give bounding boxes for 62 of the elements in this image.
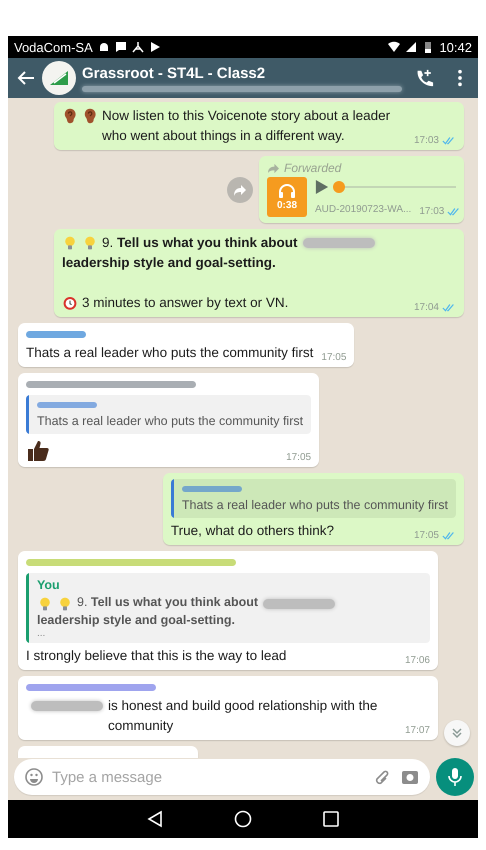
message-text: is honest and build good relationship with the community (108, 697, 378, 735)
microphone-icon[interactable] (448, 767, 462, 787)
microphone-button[interactable] (436, 758, 474, 796)
light-bulb-icon (57, 596, 73, 612)
message-text: 3 minutes to answer by text or VN. (82, 294, 288, 312)
wifi-icon (388, 41, 400, 53)
message-time: 17:05 (321, 351, 346, 365)
emoji-icon[interactable] (24, 767, 44, 787)
message-time: 17:03 (414, 134, 439, 148)
headphones-icon (278, 183, 296, 199)
message-text: True, what do others think? (170, 522, 334, 540)
message-text: 9. Tell us what you think about (102, 234, 298, 252)
chevron-down-icon[interactable] (451, 727, 463, 739)
audio-slider-thumb[interactable] (332, 181, 345, 193)
ear-icon (62, 108, 78, 124)
message-time: 17:06 (404, 654, 430, 668)
more-indicator: ... (37, 629, 46, 639)
message-time: 17:05 (414, 529, 439, 543)
notification-icon (132, 41, 144, 53)
message-time: 17:05 (286, 451, 312, 465)
ear-icon (82, 108, 98, 124)
message-field[interactable]: Type a message (14, 759, 430, 795)
scroll-down-button[interactable] (444, 720, 470, 746)
home-nav-icon[interactable] (234, 810, 252, 828)
forward-button[interactable] (227, 176, 253, 202)
quoted-message[interactable]: Thats a real leader who puts the community first (170, 479, 456, 518)
audio-duration: 0:38 (276, 200, 297, 211)
message-text: Thats a real leader who puts the community first (182, 497, 448, 514)
share-icon[interactable] (233, 182, 247, 196)
light-bulb-icon (37, 596, 53, 612)
group-avatar[interactable] (42, 61, 76, 95)
play-icon[interactable] (315, 179, 329, 195)
message-text: Now listen to this Voicenote story about a leader who went about things in a different way. (102, 107, 392, 145)
forwarded-label: Forwarded (284, 160, 342, 177)
blurred-author (182, 486, 242, 492)
alarm-clock-icon (62, 295, 78, 311)
carrier-name: VodaCom-SA (14, 40, 93, 54)
message-input[interactable]: Type a message (52, 768, 364, 786)
light-bulb-icon (62, 235, 78, 251)
quote-author: You (37, 577, 61, 594)
blurred-text (31, 701, 103, 711)
quoted-message[interactable]: Thats a real leader who puts the community first (26, 395, 312, 434)
message-text: leadership style and goal-setting. (37, 612, 235, 629)
message-icon (114, 41, 127, 53)
clock: 10:42 (439, 40, 472, 54)
message-time: 17:04 (414, 301, 439, 315)
quoted-message[interactable]: You 9. Tell us what you think about leadership style and goal-setting. ... (26, 573, 430, 643)
message-text: leadership style and goal-setting. (62, 254, 276, 272)
audio-file-name: AUD-20190723-WA... (315, 203, 412, 217)
light-bulb-icon (82, 235, 98, 251)
message-text: Thats a real leader who puts the community first (37, 413, 304, 430)
back-nav-icon[interactable] (146, 810, 164, 828)
thumbs-up-icon (26, 439, 50, 463)
recents-nav-icon[interactable] (322, 810, 340, 828)
blurred-author (37, 402, 97, 408)
message-time: 17:07 (404, 724, 430, 738)
forwarded-icon (267, 163, 280, 174)
message-text: I strongly believe that this is the way to lead (26, 647, 286, 665)
message-text: 9. Tell us what you think about (77, 594, 258, 611)
message-time: 17:03 (419, 205, 444, 219)
message-text: Thats a real leader who puts the community first (26, 344, 314, 362)
signal-icon (405, 41, 418, 53)
